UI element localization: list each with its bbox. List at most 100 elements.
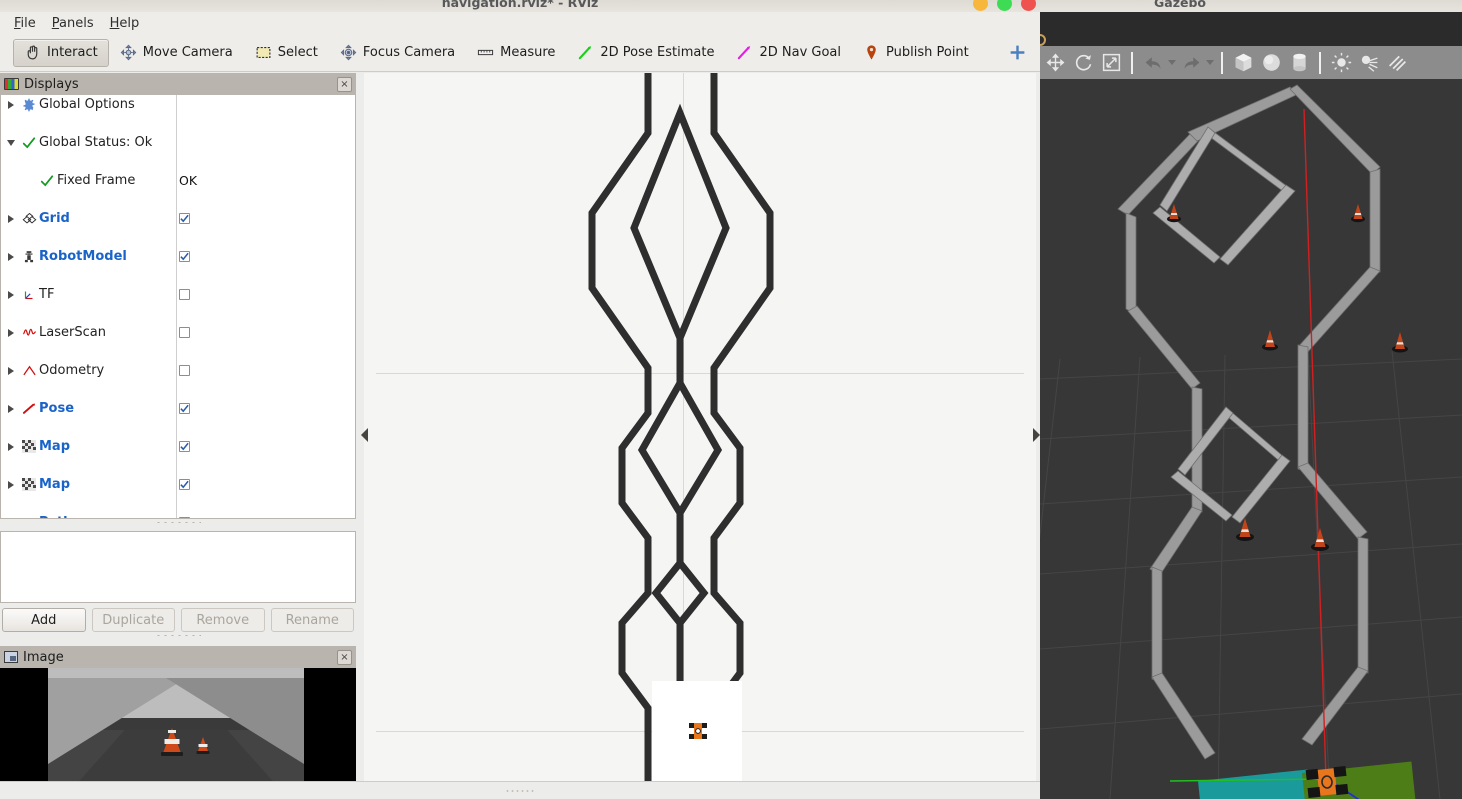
tool-2d-nav-goal-label: 2D Nav Goal bbox=[759, 45, 842, 60]
tool-2d-nav-goal[interactable]: 2D Nav Goal bbox=[725, 39, 852, 67]
tool-measure-label: Measure bbox=[500, 45, 556, 60]
displays-panel-title: Displays bbox=[24, 76, 79, 92]
sphere-icon[interactable] bbox=[1258, 50, 1284, 76]
display-item-pose[interactable]: Pose bbox=[1, 399, 355, 418]
point-light-icon[interactable] bbox=[1328, 50, 1354, 76]
add-tool-button[interactable] bbox=[998, 39, 1037, 67]
tool-publish-point[interactable]: Publish Point bbox=[852, 39, 980, 67]
display-item-grid[interactable]: Grid bbox=[1, 209, 355, 228]
displays-panel-close-button[interactable]: × bbox=[337, 76, 352, 92]
display-item-global-options[interactable]: Global Options bbox=[1, 95, 355, 114]
tool-select-label: Select bbox=[277, 45, 318, 60]
display-enable-checkbox[interactable] bbox=[179, 323, 190, 342]
chevron-right-icon[interactable] bbox=[3, 366, 19, 375]
chevron-right-icon[interactable] bbox=[3, 442, 19, 451]
tool-select[interactable]: Select bbox=[244, 39, 329, 67]
chevron-down-icon[interactable] bbox=[3, 139, 19, 146]
menu-file[interactable]: File bbox=[6, 14, 44, 33]
chevron-right-icon[interactable] bbox=[3, 328, 19, 337]
display-item-map[interactable]: Map bbox=[1, 437, 355, 456]
directional-light-icon[interactable] bbox=[1384, 50, 1410, 76]
camera-scene bbox=[48, 668, 304, 799]
gazebo-3d-scene[interactable] bbox=[1040, 79, 1462, 799]
map-grid-icon bbox=[19, 440, 39, 453]
display-item-label: Pose bbox=[39, 401, 75, 416]
display-item-global-status-ok[interactable]: Global Status: Ok bbox=[1, 133, 355, 152]
tf-axes-icon bbox=[19, 288, 39, 302]
gazebo-toolbar-separator bbox=[1221, 51, 1223, 74]
chevron-right-icon[interactable] bbox=[3, 214, 19, 223]
chevron-right-icon bbox=[1032, 428, 1040, 442]
undo-arrow-icon[interactable] bbox=[1140, 50, 1166, 76]
display-enable-checkbox[interactable] bbox=[179, 247, 190, 266]
chevron-right-icon[interactable] bbox=[3, 252, 19, 261]
chevron-right-icon[interactable] bbox=[3, 519, 19, 520]
tool-publish-point-label: Publish Point bbox=[886, 45, 969, 60]
tool-move-camera[interactable]: Move Camera bbox=[109, 39, 244, 67]
camera-image-view[interactable] bbox=[0, 668, 356, 799]
chevron-right-icon[interactable] bbox=[3, 480, 19, 489]
displays-buttons-row: Add Duplicate Remove Rename bbox=[0, 608, 356, 632]
translate-arrows-icon[interactable] bbox=[1042, 50, 1068, 76]
image-panel-close-button[interactable]: × bbox=[337, 649, 352, 665]
image-panel-title: Image bbox=[23, 649, 64, 665]
robot-icon bbox=[19, 250, 39, 264]
display-item-tf[interactable]: TF bbox=[1, 285, 355, 304]
display-enable-checkbox[interactable] bbox=[179, 475, 190, 494]
property-detail-panel bbox=[0, 531, 356, 603]
chevron-down-icon[interactable] bbox=[1206, 60, 1214, 65]
menu-help[interactable]: Help bbox=[102, 14, 148, 33]
chevron-right-icon[interactable] bbox=[3, 100, 19, 109]
app-root: navigation.rviz* - RViz File Panels Help… bbox=[0, 0, 1462, 799]
move-camera-icon bbox=[120, 44, 137, 61]
display-enable-checkbox[interactable] bbox=[179, 399, 190, 418]
gazebo-window-title: Gazebo bbox=[1154, 0, 1206, 10]
tool-move-camera-label: Move Camera bbox=[142, 45, 233, 60]
displays-panel-header: Displays × bbox=[0, 73, 356, 95]
collapse-left-panel-handle[interactable] bbox=[360, 418, 369, 452]
cone-far bbox=[196, 734, 209, 754]
chevron-right-icon[interactable] bbox=[3, 290, 19, 299]
rotate-circular-icon[interactable] bbox=[1070, 50, 1096, 76]
display-enable-checkbox[interactable] bbox=[179, 209, 190, 228]
rviz-3d-render-view[interactable] bbox=[360, 73, 1040, 781]
display-enable-checkbox[interactable] bbox=[179, 513, 190, 518]
display-item-label: Map bbox=[39, 477, 71, 492]
map-grid-icon bbox=[19, 478, 39, 491]
cylinder-icon[interactable] bbox=[1286, 50, 1312, 76]
rviz-menubar: File Panels Help bbox=[0, 12, 1040, 34]
spot-light-icon[interactable] bbox=[1356, 50, 1382, 76]
menu-panels[interactable]: Panels bbox=[44, 14, 102, 33]
cube-icon[interactable] bbox=[1230, 50, 1256, 76]
display-enable-checkbox[interactable] bbox=[179, 285, 190, 304]
add-button[interactable]: Add bbox=[2, 608, 86, 632]
display-item-map[interactable]: Map bbox=[1, 475, 355, 494]
display-item-odometry[interactable]: Odometry bbox=[1, 361, 355, 380]
displays-tree[interactable]: Global Options Global Status: Ok Fixed Fra… bbox=[0, 95, 356, 519]
display-enable-checkbox[interactable] bbox=[179, 437, 190, 456]
chevron-down-icon[interactable] bbox=[1168, 60, 1176, 65]
display-item-path[interactable]: Path bbox=[1, 513, 355, 520]
gazebo-scene-svg bbox=[1040, 79, 1462, 799]
image-dock-grip[interactable] bbox=[0, 632, 356, 638]
display-item-laserscan[interactable]: LaserScan bbox=[1, 323, 355, 342]
focus-camera-icon bbox=[340, 44, 357, 61]
tool-interact[interactable]: Interact bbox=[13, 38, 109, 67]
tool-focus-camera[interactable]: Focus Camera bbox=[329, 39, 466, 67]
chevron-left-icon bbox=[360, 428, 368, 442]
tool-2d-pose-estimate[interactable]: 2D Pose Estimate bbox=[566, 39, 725, 67]
display-enable-checkbox[interactable] bbox=[179, 361, 190, 380]
chevron-right-icon[interactable] bbox=[3, 404, 19, 413]
rviz-titlebar: navigation.rviz* - RViz bbox=[0, 0, 1040, 12]
display-item-robotmodel[interactable]: RobotModel bbox=[1, 247, 355, 266]
display-item-fixed-frame[interactable]: Fixed Frame OK bbox=[1, 171, 355, 190]
scale-diagonal-icon[interactable] bbox=[1098, 50, 1124, 76]
collapse-right-panel-handle[interactable] bbox=[1031, 418, 1040, 452]
tool-measure[interactable]: Measure bbox=[466, 39, 566, 67]
rename-button: Rename bbox=[270, 608, 354, 632]
ruler-icon bbox=[477, 44, 494, 61]
redo-arrow-icon[interactable] bbox=[1178, 50, 1204, 76]
display-item-label: Global Options bbox=[39, 97, 135, 112]
dock-splitter-grip[interactable] bbox=[0, 519, 356, 525]
statusbar-grip bbox=[505, 789, 535, 793]
